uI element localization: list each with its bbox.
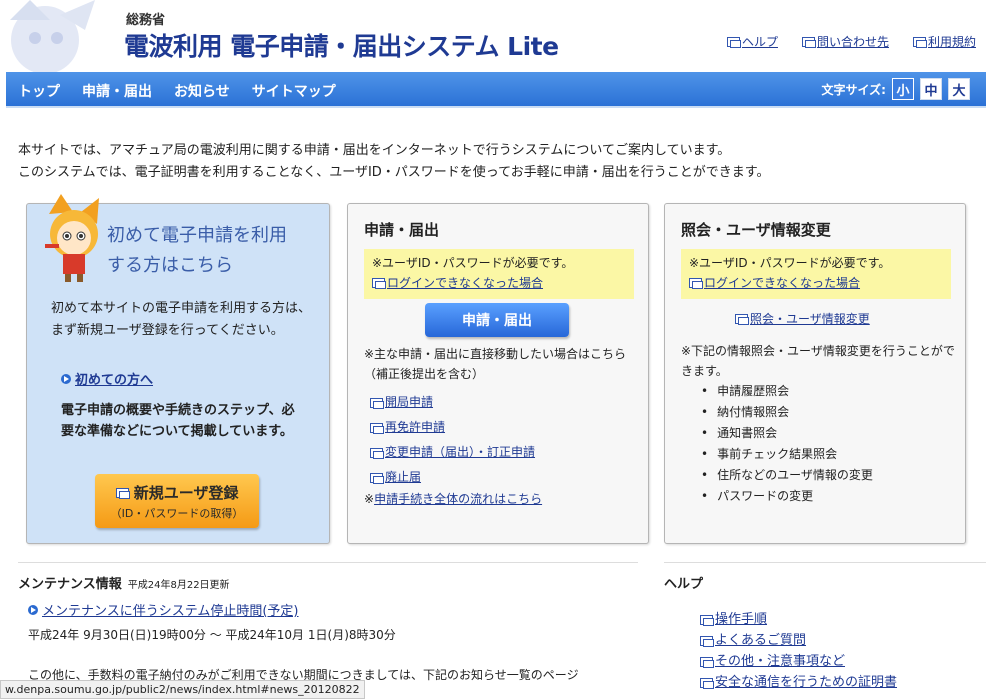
window-icon — [700, 614, 714, 626]
window-icon — [370, 397, 384, 409]
site-title[interactable]: 電波利用 電子申請・届出システム Lite — [124, 27, 559, 63]
window-icon — [700, 677, 714, 689]
new-user-registration-button[interactable]: 新規ユーザ登録 （ID・パスワードの取得） — [95, 474, 259, 528]
window-icon — [115, 488, 130, 499]
change-application-link[interactable]: 変更申請（届出）・訂正申請 — [370, 440, 535, 465]
list-item: 納付情報照会 — [701, 402, 873, 423]
list-item: 住所などのユーザ情報の変更 — [701, 465, 873, 486]
window-icon — [372, 278, 386, 289]
font-size-small-button[interactable]: 小 — [892, 78, 914, 100]
application-flow-link[interactable]: 申請手続き全体の流れはこちら — [374, 492, 542, 506]
main-nav: トップ 申請・届出 お知らせ サイトマップ 文字サイズ: 小 中 大 — [6, 72, 986, 108]
inquiry-panel-title: 照会・ユーザ情報変更 — [681, 221, 831, 239]
first-time-description: 初めて本サイトの電子申請を利用する方は、まず新規ユーザ登録を行ってください。 — [51, 301, 312, 338]
help-link[interactable]: ヘルプ — [726, 33, 778, 50]
list-item: 通知書照会 — [701, 423, 873, 444]
help-section: ヘルプ 操作手順 よくあるご質問 その他・注意事項など 安全な通信を行うための証… — [664, 562, 986, 690]
intro-text: 本サイトでは、アマチュア局の電波利用に関する申請・届出をインターネットで行うシス… — [18, 143, 770, 180]
arrow-circle-icon — [28, 604, 38, 615]
inquiry-feature-list: 申請履歴照会 納付情報照会 通知書照会 事前チェック結果照会 住所などのユーザ情… — [701, 381, 873, 507]
nav-item-news[interactable]: お知らせ — [174, 81, 230, 101]
inquiry-login-notice: ※ユーザID・パスワードが必要です。 ログインできなくなった場合 — [681, 249, 951, 299]
font-size-label: 文字サイズ: — [821, 83, 886, 97]
font-size-medium-button[interactable]: 中 — [920, 78, 942, 100]
maintenance-section: メンテナンス情報 平成24年8月22日更新 メンテナンスに伴うシステム停止時間(予… — [18, 562, 638, 682]
terms-link[interactable]: 利用規約 — [912, 33, 976, 50]
browser-status-bar: w.denpa.soumu.go.jp/public2/news/index.h… — [0, 680, 365, 699]
certificate-link[interactable]: 安全な通信を行うための証明書 — [700, 672, 897, 693]
help-title: ヘルプ — [664, 577, 704, 592]
site-header: 総務省 電波利用 電子申請・届出システム Lite ヘルプ 問い合わせ先 利用規… — [0, 0, 1008, 72]
first-time-title: 初めて電子申請を利用 する方はこちら — [107, 225, 287, 276]
operation-guide-link[interactable]: 操作手順 — [700, 609, 897, 630]
font-size-buttons: 小 中 大 — [892, 78, 970, 100]
arrow-circle-icon — [61, 373, 71, 384]
window-icon — [370, 472, 384, 484]
apply-login-help-link[interactable]: ログインできなくなった場合 — [372, 273, 543, 293]
utility-links: ヘルプ 問い合わせ先 利用規約 — [726, 33, 976, 50]
list-item: 申請履歴照会 — [701, 381, 873, 402]
inquiry-note: ※下記の情報照会・ユーザ情報変更を行うことができます。 — [681, 344, 955, 378]
maintenance-time: 平成24年 9月30日(日)19時00分 ～ 平成24年10月 1日(月)8時3… — [28, 628, 396, 642]
apply-panel-title: 申請・届出 — [364, 221, 440, 239]
notes-link[interactable]: その他・注意事項など — [700, 651, 897, 672]
font-size-large-button[interactable]: 大 — [948, 78, 970, 100]
inquiry-login-help-link[interactable]: ログインできなくなった場合 — [689, 273, 860, 293]
nav-item-top[interactable]: トップ — [18, 81, 60, 101]
ministry-label: 総務省 — [126, 13, 166, 28]
contact-link[interactable]: 問い合わせ先 — [801, 33, 889, 50]
apply-direct-links: 開局申請 再免許申請 変更申請（届出）・訂正申請 廃止届 — [370, 390, 535, 490]
list-item: 事前チェック結果照会 — [701, 444, 873, 465]
license-renewal-link[interactable]: 再免許申請 — [370, 415, 535, 440]
application-flow: ※申請手続き全体の流れはこちら — [364, 492, 543, 506]
inquiry-user-info-link[interactable]: 照会・ユーザ情報変更 — [735, 310, 870, 327]
window-icon — [801, 36, 816, 48]
list-item: パスワードの変更 — [701, 486, 873, 507]
header-mascot-image — [0, 0, 130, 72]
apply-button[interactable]: 申請・届出 — [425, 303, 569, 337]
apply-direct-note: ※主な申請・届出に直接移動したい場合はこちら（補正後提出を含む） — [364, 347, 627, 381]
guide-description: 電子申請の概要や手続きのステップ、必要な準備などについて掲載しています。 — [61, 403, 295, 439]
help-links: 操作手順 よくあるご質問 その他・注意事項など 安全な通信を行うための証明書 — [700, 609, 897, 693]
abolition-notice-link[interactable]: 廃止届 — [370, 465, 535, 490]
maintenance-schedule-link[interactable]: メンテナンスに伴うシステム停止時間(予定) — [28, 600, 299, 619]
window-icon — [735, 313, 749, 325]
window-icon — [700, 656, 714, 668]
nav-item-apply[interactable]: 申請・届出 — [82, 81, 152, 101]
window-icon — [700, 635, 714, 647]
inquiry-panel: 照会・ユーザ情報変更 ※ユーザID・パスワードが必要です。 ログインできなくなっ… — [664, 203, 966, 544]
window-icon — [912, 36, 927, 48]
mascot-character-image — [41, 194, 111, 284]
opening-application-link[interactable]: 開局申請 — [370, 390, 535, 415]
faq-link[interactable]: よくあるご質問 — [700, 630, 897, 651]
window-icon — [689, 278, 703, 289]
apply-login-notice: ※ユーザID・パスワードが必要です。 ログインできなくなった場合 — [364, 249, 634, 299]
window-icon — [370, 422, 384, 434]
window-icon — [726, 36, 741, 48]
first-time-panel: 初めて電子申請を利用 する方はこちら 初めて本サイトの電子申請を利用する方は、ま… — [26, 194, 330, 544]
apply-panel: 申請・届出 ※ユーザID・パスワードが必要です。 ログインできなくなった場合 申… — [347, 203, 649, 544]
maintenance-title: メンテナンス情報 — [18, 577, 122, 592]
maintenance-date: 平成24年8月22日更新 — [127, 580, 230, 591]
nav-item-sitemap[interactable]: サイトマップ — [252, 81, 336, 101]
window-icon — [370, 447, 384, 459]
first-time-guide-link[interactable]: 初めての方へ — [61, 369, 153, 388]
